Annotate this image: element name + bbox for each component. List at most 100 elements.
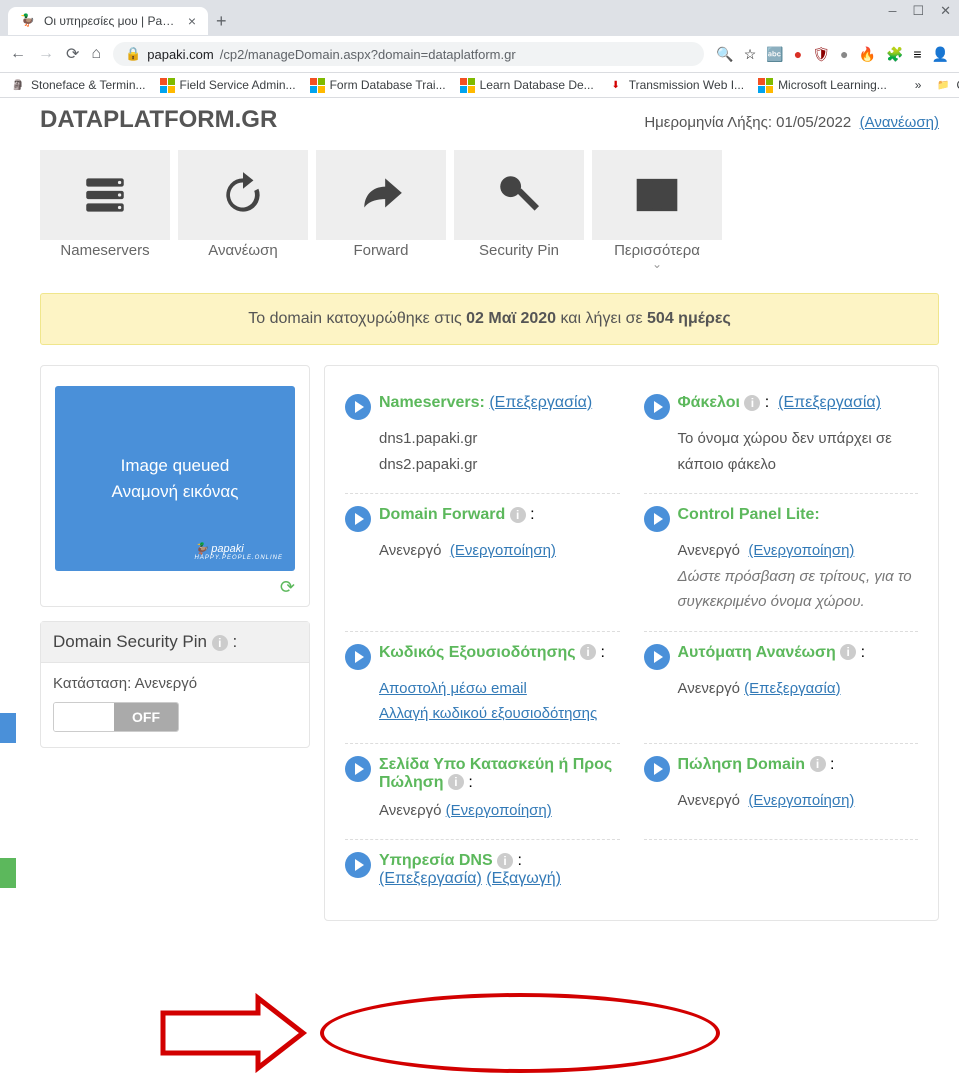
url-domain: papaki.com <box>147 47 213 62</box>
extension3-icon[interactable]: 🔥 <box>859 46 876 63</box>
info-icon[interactable]: i <box>840 644 856 660</box>
change-auth-code-link[interactable]: Αλλαγή κωδικού εξουσιοδότησης <box>379 705 597 722</box>
zoom-icon[interactable]: 🔍 <box>716 46 733 63</box>
bookmark-favicon-icon: 🗿 <box>10 77 26 93</box>
arrow-icon <box>644 644 670 670</box>
export-dns-link[interactable]: (Εξαγωγή) <box>486 870 561 887</box>
bookmark-item[interactable]: 🗿Stoneface & Termin... <box>10 77 146 93</box>
key-icon <box>494 170 544 220</box>
tab-bar: 🦆 Οι υπηρεσίες μου | Papaki Contr... × + <box>0 0 959 36</box>
microsoft-icon <box>460 78 475 93</box>
left-column: Image queued Αναμονή εικόνας 🦆 papakiHAP… <box>40 365 310 921</box>
autorenew-setting: Αυτόματη Ανανέωση i : Ανενεργό (Επεξεργα… <box>644 632 919 744</box>
enable-forward-link[interactable]: (Ενεργοποίηση) <box>450 542 556 559</box>
more-tile[interactable] <box>592 150 722 240</box>
annotation-ellipse <box>320 993 720 1073</box>
translate-icon[interactable]: 🔤 <box>766 46 783 63</box>
security-pin-tile[interactable] <box>454 150 584 240</box>
address-bar[interactable]: 🔒 papaki.com/cp2/manageDomain.aspx?domai… <box>113 42 704 66</box>
close-window-button[interactable]: ✕ <box>940 4 951 19</box>
arrow-icon <box>644 756 670 782</box>
home-button[interactable]: ⌂ <box>91 45 101 63</box>
action-label: Security Pin <box>454 242 584 269</box>
site-preview: Image queued Αναμονή εικόνας 🦆 papakiHAP… <box>55 386 295 571</box>
info-icon[interactable]: i <box>212 635 228 651</box>
info-icon[interactable]: i <box>448 774 464 790</box>
enable-cpl-link[interactable]: (Ενεργοποίηση) <box>748 542 854 559</box>
maximize-button[interactable]: ☐ <box>912 4 924 19</box>
bookmarks-overflow-icon[interactable]: » <box>915 78 922 92</box>
forward-setting: Domain Forward i : Ανενεργό (Ενεργοποίησ… <box>345 494 620 632</box>
toolbar-icons: 🔍 ☆ 🔤 ● 🛡 ● 🔥 🧩 ≡ 👤 <box>716 46 949 63</box>
info-icon[interactable]: i <box>744 395 760 411</box>
action-row <box>40 150 939 240</box>
cpl-setting: Control Panel Lite: Ανενεργό (Ενεργοποίη… <box>644 494 919 632</box>
send-auth-email-link[interactable]: Αποστολή μέσω email <box>379 680 527 697</box>
transmission-icon: ⬇ <box>608 77 624 93</box>
arrow-icon <box>345 506 371 532</box>
action-label: Περισσότερα⌄ <box>592 242 722 269</box>
extensions-icon[interactable]: 🧩 <box>886 46 903 63</box>
bookmark-item[interactable]: Form Database Trai... <box>310 78 446 93</box>
edit-nameservers-link[interactable]: (Επεξεργασία) <box>489 394 592 411</box>
settings-icon[interactable]: ≡ <box>913 46 921 62</box>
forward-icon <box>356 170 406 220</box>
info-icon[interactable]: i <box>810 756 826 772</box>
renew-link[interactable]: (Ανανέωση) <box>860 114 939 131</box>
enable-construction-link[interactable]: (Ενεργοποίηση) <box>446 802 552 819</box>
pin-status: Κατάσταση: Ανενεργό <box>53 675 297 692</box>
folder-icon: 📁 <box>935 77 951 93</box>
action-label: Nameservers <box>40 242 170 269</box>
back-button[interactable]: ← <box>10 45 26 63</box>
bookmark-item[interactable]: Field Service Admin... <box>160 78 296 93</box>
refresh-preview-icon[interactable]: ⟳ <box>41 577 309 598</box>
bookmark-item[interactable]: ⬇Transmission Web I... <box>608 77 744 93</box>
annotation-arrow-icon <box>158 993 318 1073</box>
papaki-logo: 🦆 papakiHAPPY.PEOPLE.ONLINE <box>195 542 283 561</box>
grid-icon <box>632 170 682 220</box>
browser-tab[interactable]: 🦆 Οι υπηρεσίες μου | Papaki Contr... × <box>8 7 208 35</box>
info-icon[interactable]: i <box>580 644 596 660</box>
edit-folders-link[interactable]: (Επεξεργασία) <box>778 394 881 411</box>
renew-tile[interactable] <box>178 150 308 240</box>
enable-sell-link[interactable]: (Ενεργοποίηση) <box>748 792 854 809</box>
reload-button[interactable]: ⟳ <box>66 44 79 64</box>
pin-header: Domain Security Pin i : <box>41 622 309 663</box>
nav-bar: ← → ⟳ ⌂ 🔒 papaki.com/cp2/manageDomain.as… <box>0 36 959 73</box>
microsoft-icon <box>310 78 325 93</box>
bookmark-item[interactable]: Microsoft Learning... <box>758 78 887 93</box>
action-label: Ανανέωση <box>178 242 308 269</box>
minimize-button[interactable]: — <box>889 4 897 19</box>
security-pin-box: Domain Security Pin i : Κατάσταση: Ανενε… <box>40 621 310 748</box>
domain-name: DATAPLATFORM.GR <box>40 106 277 134</box>
profile-icon[interactable]: 👤 <box>932 46 949 63</box>
pin-toggle[interactable]: OFF <box>53 702 179 732</box>
adblock-icon[interactable]: 🛡 <box>812 46 830 63</box>
new-tab-button[interactable]: + <box>208 7 235 36</box>
lock-icon: 🔒 <box>125 46 141 62</box>
extension1-icon[interactable]: ● <box>794 46 802 62</box>
sidebar-indicator <box>0 713 16 743</box>
bookmark-item[interactable]: Learn Database De... <box>460 78 594 93</box>
tab-close-icon[interactable]: × <box>188 13 196 29</box>
extension2-icon[interactable]: ● <box>840 46 848 62</box>
nameservers-tile[interactable] <box>40 150 170 240</box>
refresh-icon <box>218 170 268 220</box>
sell-domain-setting: Πώληση Domain i : Ανενεργό (Ενεργοποίηση… <box>644 744 919 841</box>
domain-header: DATAPLATFORM.GR Ημερομηνία Λήξης: 01/05/… <box>40 98 939 150</box>
info-icon[interactable]: i <box>497 853 513 869</box>
expiry-info: Ημερομηνία Λήξης: 01/05/2022 (Ανανέωση) <box>644 114 939 131</box>
arrow-icon <box>345 394 371 420</box>
registration-notice: Το domain κατοχυρώθηκε στις 02 Μαϊ 2020 … <box>40 293 939 345</box>
other-bookmarks[interactable]: 📁Other bo <box>935 77 959 93</box>
edit-dns-link[interactable]: (Επεξεργασία) <box>379 870 482 887</box>
forward-tile[interactable] <box>316 150 446 240</box>
url-path: /cp2/manageDomain.aspx?domain=dataplatfo… <box>220 47 516 62</box>
edit-autorenew-link[interactable]: (Επεξεργασία) <box>744 680 840 697</box>
microsoft-icon <box>758 78 773 93</box>
forward-button[interactable]: → <box>38 45 54 63</box>
tab-favicon-icon: 🦆 <box>20 13 36 29</box>
arrow-icon <box>345 852 371 878</box>
info-icon[interactable]: i <box>510 507 526 523</box>
star-icon[interactable]: ☆ <box>744 46 757 63</box>
